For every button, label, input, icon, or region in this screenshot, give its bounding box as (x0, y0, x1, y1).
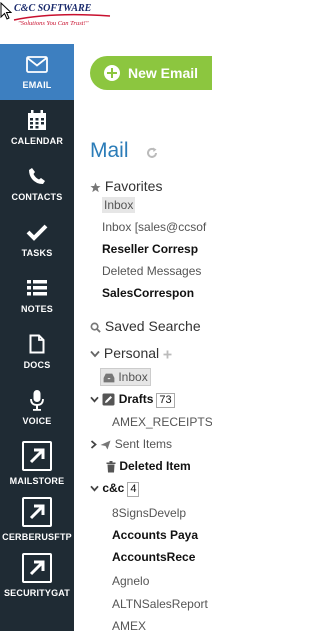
sidebar-item-contacts[interactable]: CONTACTS (0, 156, 74, 212)
external-link-icon (22, 441, 52, 471)
calendar-icon (0, 109, 74, 131)
app-sidebar: EMAIL CALENDAR CONTACTS TASKS NOTES DOCS (0, 44, 74, 631)
sidebar-item-email[interactable]: EMAIL (0, 44, 74, 100)
sidebar-item-label: TASKS (21, 248, 53, 258)
personal-header[interactable]: Personal (90, 345, 172, 361)
sidebar-item-voice[interactable]: VOICE (0, 380, 74, 436)
sidebar-item-mailstore[interactable]: MAILSTORE (0, 436, 74, 492)
folder-agnelo[interactable]: Agnelo (112, 574, 149, 588)
sidebar-item-label: EMAIL (22, 80, 52, 90)
mouse-cursor-icon (0, 2, 12, 20)
sidebar-item-docs[interactable]: DOCS (0, 324, 74, 380)
trash-icon (106, 460, 116, 473)
checkmark-icon (0, 221, 74, 243)
favorite-item-inbox[interactable]: Inbox (102, 197, 136, 213)
sidebar-item-calendar[interactable]: CALENDAR (0, 100, 74, 156)
sidebar-item-label: CALENDAR (10, 136, 64, 146)
microphone-icon (0, 389, 74, 411)
folder-8signsdevelp[interactable]: 8SignsDevelp (112, 506, 186, 520)
folder-amex[interactable]: AMEX (112, 619, 146, 631)
external-link-icon (22, 553, 52, 583)
folder-sent-items[interactable]: Sent Items (90, 437, 172, 451)
sidebar-item-notes[interactable]: NOTES (0, 268, 74, 324)
saved-searches-label: Saved Searche (104, 318, 201, 334)
sidebar-item-label: SECURITYGAT (3, 588, 71, 598)
chevron-down-icon (90, 397, 99, 403)
favorite-item-sales-correspondence[interactable]: SalesCorrespon (102, 286, 194, 300)
new-email-button[interactable]: New Email (90, 56, 212, 90)
unread-count-badge: 4 (127, 482, 140, 497)
search-icon (90, 322, 101, 333)
folder-altn-sales-report[interactable]: ALTNSalesReport (112, 597, 208, 611)
brand-tagline: "Solutions You Can Trust!" (18, 20, 89, 27)
favorite-item-deleted-messages[interactable]: Deleted Messages (102, 264, 201, 278)
document-icon (0, 333, 74, 355)
plus-circle-icon (104, 65, 120, 81)
pencil-icon (102, 393, 115, 406)
favorites-label: Favorites (104, 178, 163, 194)
folder-accounts-receivable[interactable]: AccountsRece (112, 550, 195, 564)
sidebar-item-label: MAILSTORE (9, 476, 65, 486)
folder-amex-receipts[interactable]: AMEX_RECEIPTS (112, 415, 212, 429)
folder-inbox[interactable]: Inbox (100, 368, 151, 386)
folder-cc[interactable]: c&c 4 (90, 481, 140, 497)
sidebar-item-label: CERBERUSFTP (2, 532, 72, 542)
personal-label: Personal (103, 345, 160, 361)
unread-count-badge: 73 (156, 393, 175, 408)
chevron-down-icon (90, 486, 99, 492)
refresh-icon[interactable] (146, 147, 158, 159)
sidebar-item-label: CONTACTS (11, 192, 63, 202)
favorite-item-reseller[interactable]: Reseller Corresp (102, 242, 198, 256)
folder-drafts[interactable]: Drafts 73 (90, 392, 175, 408)
sidebar-item-label: NOTES (20, 304, 53, 314)
inbox-icon (103, 373, 115, 383)
sidebar-item-label: DOCS (23, 360, 51, 370)
sidebar-item-securitygat[interactable]: SECURITYGAT (0, 548, 74, 604)
favorite-item-inbox-sales[interactable]: Inbox [sales@ccsof (102, 220, 206, 234)
star-icon (90, 182, 101, 192)
mail-folder-panel: New Email Mail Favorites Inbox Inbox [sa… (74, 44, 212, 631)
list-icon (0, 277, 74, 299)
add-folder-icon[interactable] (163, 350, 172, 359)
sidebar-item-cerberusftp[interactable]: CERBERUSFTP (0, 492, 74, 548)
sidebar-item-tasks[interactable]: TASKS (0, 212, 74, 268)
saved-searches-header[interactable]: Saved Searche (90, 318, 201, 334)
logo-area: C&C SOFTWARE "Solutions You Can Trust!" (0, 0, 212, 44)
new-email-label: New Email (128, 65, 199, 81)
phone-icon (0, 165, 74, 187)
folder-deleted-items[interactable]: Deleted Item (106, 459, 191, 473)
favorites-header[interactable]: Favorites (90, 178, 162, 194)
chevron-right-icon (90, 440, 97, 450)
folder-accounts-payable[interactable]: Accounts Paya (112, 528, 198, 542)
page-title: Mail (90, 139, 129, 162)
external-link-icon (22, 497, 52, 527)
chevron-down-icon (90, 351, 100, 358)
send-icon (100, 440, 111, 450)
envelope-icon (0, 53, 74, 75)
sidebar-item-label: VOICE (22, 416, 52, 426)
